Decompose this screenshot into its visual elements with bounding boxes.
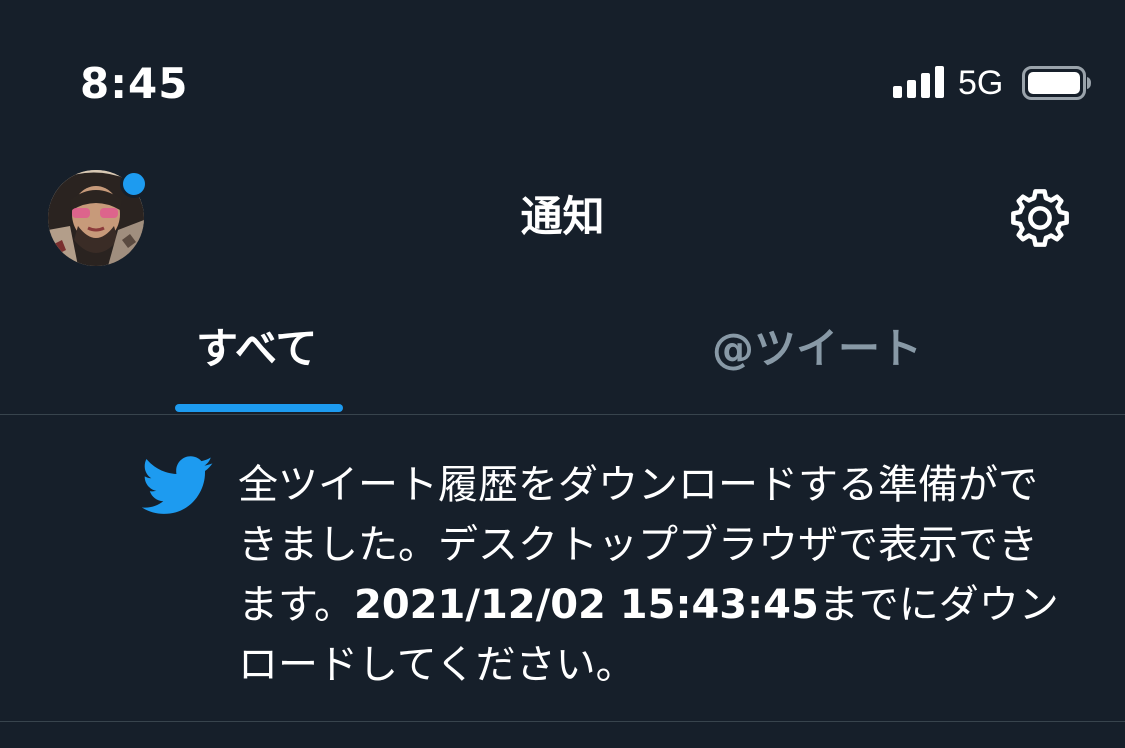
battery-icon (1022, 66, 1091, 100)
active-tab-indicator (175, 404, 343, 412)
network-type: 5G (958, 64, 1004, 102)
download-deadline: 2021/12/02 15:43:45 (354, 582, 819, 628)
notification-message: 全ツイート履歴をダウンロードする準備ができました。デスクトップブラウザで表示でき… (238, 455, 1068, 695)
gear-icon[interactable] (1006, 184, 1074, 252)
tab-all-label: すべて (196, 324, 318, 373)
tab-mentions-label: @ツイート (712, 324, 923, 373)
tab-mentions[interactable]: @ツイート (562, 290, 1124, 414)
twitter-bird-icon (142, 456, 213, 514)
app-header: 通知 (0, 140, 1125, 290)
notification-tabs: すべて @ツイート (0, 290, 1125, 415)
page-title: 通知 (520, 192, 605, 241)
status-bar: 8:45 5G (0, 0, 1125, 140)
cellular-signal-icon (893, 66, 944, 98)
tab-all[interactable]: すべて (0, 290, 562, 414)
status-time: 8:45 (80, 59, 189, 108)
notification-item[interactable]: 全ツイート履歴をダウンロードする準備ができました。デスクトップブラウザで表示でき… (0, 415, 1125, 722)
